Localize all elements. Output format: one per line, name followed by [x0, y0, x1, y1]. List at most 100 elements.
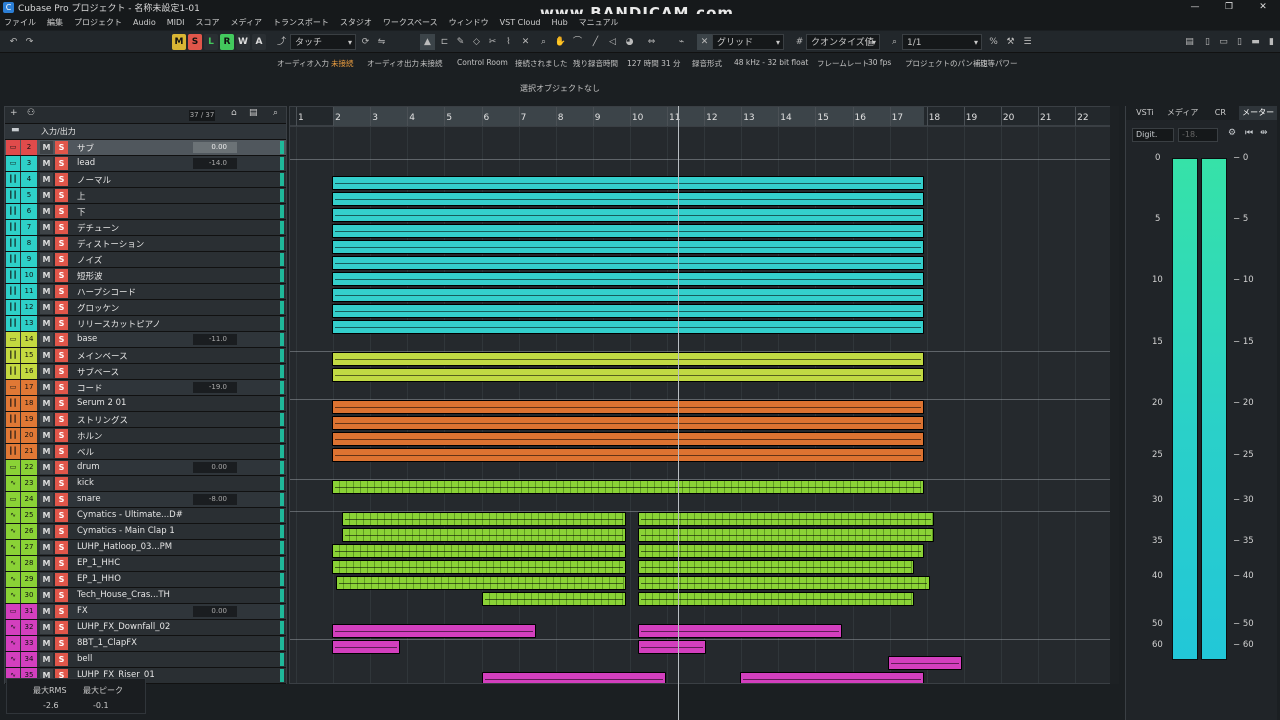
read-automation-button[interactable]: R	[220, 34, 234, 50]
mute-button[interactable]: M	[40, 493, 53, 506]
eraser-tool-icon[interactable]: ◇	[469, 34, 484, 50]
track-view-icon[interactable]: ▤	[249, 108, 258, 118]
track-row[interactable]: ┃┃ 9 M S ノイズ	[5, 252, 286, 268]
gear-icon[interactable]: ⚙	[1228, 128, 1236, 138]
menu-item[interactable]: スコア	[196, 17, 220, 28]
track-row[interactable]: ┃┃ 20 M S ホルン	[5, 428, 286, 444]
track-volume[interactable]: 0.00	[193, 142, 237, 153]
event[interactable]	[332, 400, 924, 414]
event[interactable]	[332, 544, 626, 558]
solo-button[interactable]: S	[55, 429, 68, 442]
mute-button[interactable]: M	[40, 509, 53, 522]
track-row[interactable]: ┃┃ 15 M S メインベース	[5, 348, 286, 364]
mute-button[interactable]: M	[40, 221, 53, 234]
track-row[interactable]: ∿ 23 M Skick	[5, 476, 286, 492]
mute-button[interactable]: M	[40, 189, 53, 202]
grid-value-dropdown[interactable]: 1/1	[902, 34, 982, 51]
track-search-icon[interactable]: ⌕	[273, 108, 278, 118]
undo-icon[interactable]: ↶	[6, 34, 21, 50]
track-row[interactable]: ┃┃ 19 M S ストリングス	[5, 412, 286, 428]
track-row[interactable]: ▭ 22 M Sdrum 0.00	[5, 460, 286, 476]
solo-button[interactable]: S	[55, 381, 68, 394]
mute-button[interactable]: M	[40, 589, 53, 602]
solo-button[interactable]: S	[55, 349, 68, 362]
hand-tool-icon[interactable]: ✋	[553, 34, 568, 50]
mute-button[interactable]: M	[40, 477, 53, 490]
mute-button[interactable]: M	[40, 317, 53, 330]
track-volume[interactable]: -19.0	[193, 382, 237, 393]
track-row[interactable]: ┃┃ 6 M S 下	[5, 204, 286, 220]
track-row[interactable]: ▭ 3 M Slead -14.0	[5, 156, 286, 172]
solo-button[interactable]: S	[55, 541, 68, 554]
playback-cursor[interactable]	[678, 106, 679, 720]
event[interactable]	[638, 592, 914, 606]
track-row[interactable]: ┃┃ 12 M S グロッケン	[5, 300, 286, 316]
menu-item[interactable]: ワークスペース	[383, 17, 438, 28]
event[interactable]	[638, 512, 934, 526]
solo-button[interactable]: S	[55, 621, 68, 634]
mute-button[interactable]: M	[40, 541, 53, 554]
color-tool-icon[interactable]: ◕	[622, 34, 637, 50]
snap-toggle-icon[interactable]: ⌁	[674, 34, 689, 50]
track-row[interactable]: ∿ 33 M S 8BT_1_ClapFX	[5, 636, 286, 652]
line-tool-icon[interactable]: ╱	[588, 34, 603, 50]
track-row[interactable]: ┃┃ 21 M S ベル	[5, 444, 286, 460]
lower-zone-icon[interactable]: ▭	[1216, 34, 1231, 50]
event[interactable]	[332, 192, 924, 206]
left-zone-icon[interactable]: ▯	[1200, 34, 1215, 50]
event[interactable]	[332, 368, 924, 382]
solo-button[interactable]: S	[55, 413, 68, 426]
search-icon[interactable]: ⌕	[887, 34, 902, 50]
event[interactable]	[332, 560, 626, 574]
solo-button[interactable]: S	[55, 269, 68, 282]
zoom-tool-icon[interactable]: ⌕	[536, 34, 551, 50]
solo-button[interactable]: S	[55, 493, 68, 506]
event[interactable]	[336, 576, 626, 590]
event[interactable]	[482, 672, 666, 683]
mute-button[interactable]: M	[40, 253, 53, 266]
snap-type-icon[interactable]: ✕	[697, 34, 712, 50]
mute-button[interactable]: M	[40, 301, 53, 314]
maximize-button[interactable]: ❐	[1212, 0, 1246, 14]
event[interactable]	[332, 304, 924, 318]
event[interactable]	[332, 624, 536, 638]
track-row[interactable]: ∿ 34 M Sbell	[5, 652, 286, 668]
track-row[interactable]: ┃┃ 18 M S Serum 2 01	[5, 396, 286, 412]
event[interactable]	[740, 672, 924, 683]
event[interactable]	[332, 256, 924, 270]
tab-meter[interactable]: メーター	[1239, 106, 1277, 120]
mute-button[interactable]: M	[40, 461, 53, 474]
event[interactable]	[332, 432, 924, 446]
event[interactable]	[888, 656, 962, 670]
track-row[interactable]: ∿ 26 M S Cymatics - Main Clap 1	[5, 524, 286, 540]
mute-button[interactable]: M	[40, 333, 53, 346]
solo-button[interactable]: S	[55, 557, 68, 570]
solo-button[interactable]: S	[55, 237, 68, 250]
event[interactable]	[332, 352, 924, 366]
tab-media[interactable]: メディア	[1164, 106, 1202, 120]
solo-button[interactable]: S	[55, 365, 68, 378]
event[interactable]	[332, 320, 924, 334]
mute-button[interactable]: M	[40, 621, 53, 634]
event[interactable]	[342, 512, 626, 526]
solo-button[interactable]: S	[55, 189, 68, 202]
draw-tool-icon[interactable]: ✎	[453, 34, 468, 50]
menu-item[interactable]: ファイル	[4, 17, 36, 28]
track-row[interactable]: ∿ 30 M S Tech_House_Cras...TH	[5, 588, 286, 604]
mute-button[interactable]: M	[40, 205, 53, 218]
mute-button[interactable]: M	[40, 429, 53, 442]
home-icon[interactable]: ⌂	[231, 108, 237, 118]
mute-button[interactable]: M	[40, 557, 53, 570]
track-volume[interactable]: 0.00	[193, 606, 237, 617]
menu-item[interactable]: ウィンドウ	[449, 17, 489, 28]
arrange-area[interactable]	[289, 126, 1119, 684]
menu-item[interactable]: メディア	[231, 17, 262, 28]
mute-button[interactable]: M	[40, 365, 53, 378]
mute-button[interactable]: M	[40, 637, 53, 650]
track-row[interactable]: ▭ 2 M S サブ 0.00	[5, 140, 286, 156]
track-row[interactable]: ∿ 27 M S LUHP_Hatloop_03...PM	[5, 540, 286, 556]
solo-button[interactable]: S	[55, 477, 68, 490]
solo-all-button[interactable]: S	[188, 34, 202, 50]
track-row[interactable]: ∿ 29 M S EP_1_HHO	[5, 572, 286, 588]
mute-button[interactable]: M	[40, 237, 53, 250]
